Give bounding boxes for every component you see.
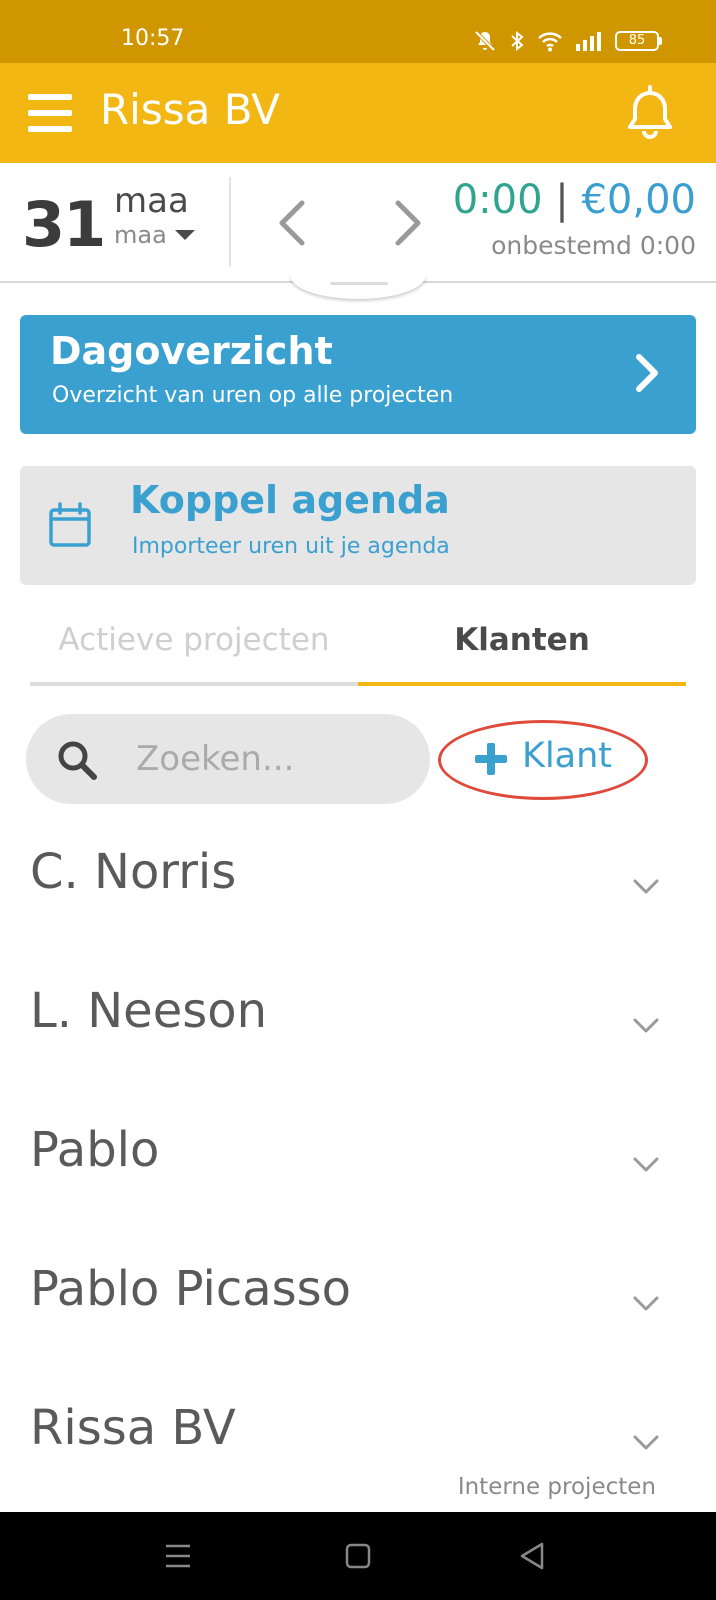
list-item[interactable]: C. Norris [0,822,716,961]
wifi-icon [538,32,562,52]
date-month: maa [114,181,189,221]
connect-agenda-subtitle: Importeer uren uit je agenda [132,534,450,559]
client-name: Pablo [30,1122,160,1178]
home-button[interactable] [338,1538,378,1574]
status-bar: 10:57 85 [0,0,716,63]
calendar-icon [49,502,91,547]
back-triangle-icon [520,1542,544,1570]
caret-down-icon [174,230,195,240]
battery-icon: 85 [615,31,662,51]
hamburger-menu-icon[interactable] [28,94,72,132]
bell-icon[interactable] [624,85,676,141]
mute-icon [474,30,496,52]
day-overview-card[interactable]: Dagoverzicht Overzicht van uren op alle … [20,315,696,434]
system-nav-bar [0,1512,716,1600]
bluetooth-icon [511,30,524,52]
chevron-right-icon [636,354,658,392]
connect-agenda-card[interactable]: Koppel agenda Importeer uren uit je agen… [20,466,696,585]
list-item[interactable]: Pablo [0,1100,716,1239]
date-divider [229,177,231,267]
add-client-button[interactable]: Klant [438,720,648,800]
list-item[interactable]: L. Neeson [0,961,716,1100]
chevron-right-icon [395,200,421,246]
add-client-label: Klant [522,736,613,776]
client-list: C. Norris L. Neeson Pablo Pablo Picasso … [0,822,716,1517]
total-amount: €0,00 [581,177,696,223]
client-name: Pablo Picasso [30,1261,352,1317]
status-time: 10:57 [121,26,185,51]
date-bar: 31 maa maa 0:00 | €0,00 onbestemd 0:00 [0,163,716,283]
totals-separator: | [555,177,569,223]
undetermined-hours: onbestemd 0:00 [491,231,696,260]
square-icon [345,1543,371,1569]
tab-active-projects[interactable]: Actieve projecten [30,622,358,686]
plus-icon [475,743,507,775]
tab-clients[interactable]: Klanten [358,622,686,686]
client-name: C. Norris [30,844,237,900]
pull-handle [330,282,388,285]
day-overview-subtitle: Overzicht van uren op alle projecten [52,383,454,408]
total-hours: 0:00 [452,177,543,223]
menu-icon [166,1544,190,1568]
day-totals: 0:00 | €0,00 onbestemd 0:00 [453,177,696,260]
search-box[interactable] [26,714,430,804]
recent-apps-button[interactable] [158,1538,198,1574]
day-overview-title: Dagoverzicht [50,329,333,373]
month-select[interactable]: maa [114,221,195,249]
previous-day-button[interactable] [272,193,312,253]
date-bar-pull-tab[interactable] [290,275,426,299]
signal-icon [576,32,601,51]
chevron-down-icon [633,1296,659,1311]
next-day-button[interactable] [388,193,428,253]
app-title: Rissa BV [100,85,280,134]
search-icon [58,741,97,780]
date-day[interactable]: 31 [22,188,106,261]
month-select-label: maa [114,221,167,249]
status-icons: 85 [473,26,662,56]
list-item[interactable]: Rissa BV Interne projecten [0,1378,716,1517]
chevron-down-icon [633,1018,659,1033]
client-note: Interne projecten [457,1474,656,1500]
back-button[interactable] [512,1538,552,1574]
chevron-down-icon [633,879,659,894]
battery-level: 85 [615,31,659,51]
search-input[interactable] [136,734,416,784]
app-bar: Rissa BV [0,63,716,163]
list-item[interactable]: Pablo Picasso [0,1239,716,1378]
chevron-left-icon [279,200,305,246]
client-name: L. Neeson [30,983,268,1039]
chevron-down-icon [633,1435,659,1450]
chevron-down-icon [633,1157,659,1172]
client-name: Rissa BV [30,1400,236,1456]
connect-agenda-title: Koppel agenda [130,478,450,522]
